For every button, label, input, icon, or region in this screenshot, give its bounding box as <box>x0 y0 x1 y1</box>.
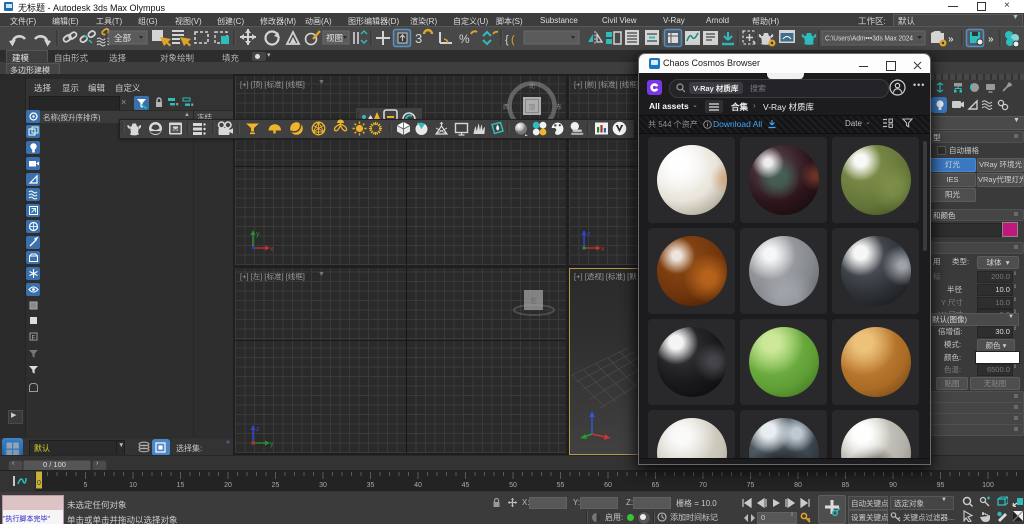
svg-text:85: 85 <box>842 482 850 489</box>
svg-text:顶: 顶 <box>529 104 536 112</box>
svg-text:15: 15 <box>177 482 185 489</box>
svg-text:20: 20 <box>224 482 232 489</box>
svg-text:5: 5 <box>84 482 88 489</box>
svg-text:70: 70 <box>699 482 707 489</box>
svg-text:65: 65 <box>652 482 660 489</box>
svg-text:50: 50 <box>509 482 517 489</box>
svg-text:0: 0 <box>37 480 41 487</box>
svg-text:30: 30 <box>319 482 327 489</box>
svg-text:左: 左 <box>530 296 537 305</box>
svg-text:x: x <box>601 246 605 253</box>
svg-text:»: » <box>988 34 994 45</box>
svg-text:全部: 全部 <box>114 33 132 43</box>
svg-text:F: F <box>31 336 35 342</box>
svg-text:北: 北 <box>529 82 535 90</box>
svg-text:60: 60 <box>604 482 612 489</box>
svg-text:z: z <box>587 231 591 238</box>
svg-text:z: z <box>256 426 260 433</box>
svg-text:90: 90 <box>889 482 897 489</box>
svg-text:45: 45 <box>462 482 470 489</box>
svg-text:%: % <box>459 32 470 46</box>
svg-text:80: 80 <box>794 482 802 489</box>
svg-text:10: 10 <box>129 482 137 489</box>
svg-text:y: y <box>256 231 260 238</box>
svg-text:(: ( <box>511 34 515 46</box>
svg-text:75: 75 <box>747 482 755 489</box>
svg-text:100: 100 <box>982 482 994 489</box>
svg-text:55: 55 <box>557 482 565 489</box>
svg-text:»: » <box>948 34 954 45</box>
svg-text:25: 25 <box>272 482 280 489</box>
svg-text:y: y <box>270 441 274 448</box>
svg-text:东: 东 <box>556 103 562 111</box>
svg-text:{: { <box>505 34 509 46</box>
svg-text:35: 35 <box>367 482 375 489</box>
svg-text:3: 3 <box>415 31 422 46</box>
svg-text:95: 95 <box>937 482 945 489</box>
svg-text:西: 西 <box>503 104 509 111</box>
svg-text:x: x <box>270 246 274 253</box>
svg-text:40: 40 <box>414 482 422 489</box>
svg-text:C:\Users\Adm•••3ds Max 2024: C:\Users\Adm•••3ds Max 2024 <box>825 36 913 43</box>
svg-text:视图: 视图 <box>326 33 343 43</box>
